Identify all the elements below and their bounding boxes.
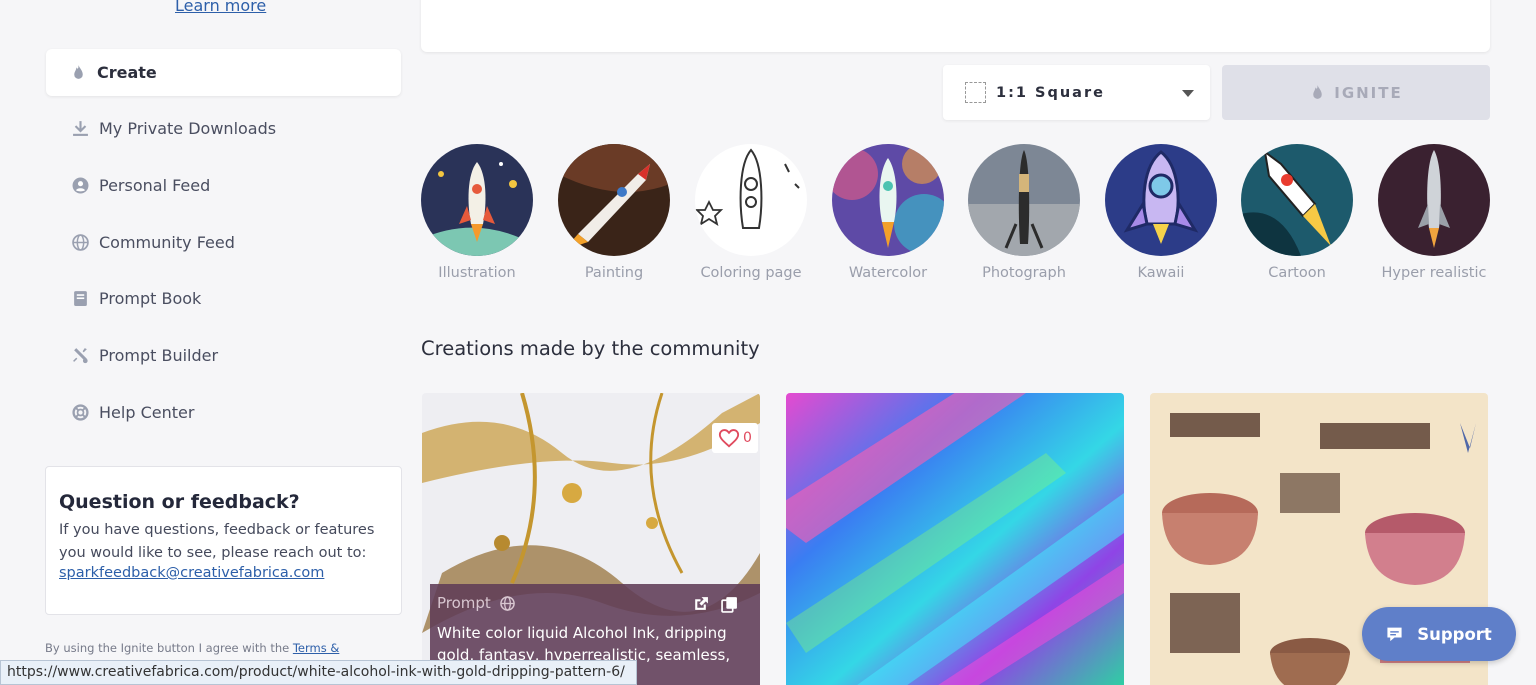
style-option-photograph[interactable]: Photograph [962, 144, 1086, 281]
heart-icon [718, 429, 740, 448]
terms-text: By using the Ignite button I agree with … [45, 641, 293, 655]
sidebar-item-label: Prompt Book [99, 289, 202, 308]
style-option-hyper-realistic[interactable]: Hyper realistic [1372, 144, 1496, 281]
style-option-coloring-page[interactable]: Coloring page [689, 144, 813, 281]
style-label: Coloring page [700, 265, 802, 281]
ignite-button[interactable]: IGNITE [1222, 65, 1490, 120]
app-root: Learn more Create My Private Downloads P… [0, 0, 1536, 685]
feedback-title: Question or feedback? [59, 491, 300, 513]
community-card[interactable] [786, 393, 1124, 685]
style-option-kawaii[interactable]: Kawaii [1099, 144, 1223, 281]
book-icon [72, 290, 89, 307]
sidebar-item-prompt-builder[interactable]: Prompt Builder [72, 346, 218, 365]
chat-icon [1386, 626, 1403, 643]
support-label: Support [1417, 624, 1492, 644]
download-icon [72, 120, 89, 137]
community-card[interactable]: 0 Prompt White color liquid Alcohol Ink,… [422, 393, 760, 685]
sidebar-item-label: Prompt Builder [99, 346, 219, 365]
style-thumbnail [1378, 144, 1490, 256]
style-label: Illustration [438, 265, 516, 281]
sidebar: Learn more Create My Private Downloads P… [0, 0, 420, 685]
style-label: Hyper realistic [1381, 265, 1487, 281]
style-thumbnail [968, 144, 1080, 256]
style-label: Watercolor [848, 265, 928, 281]
copy-icon[interactable] [721, 596, 738, 613]
sidebar-item-label: Community Feed [99, 233, 235, 252]
style-thumbnail [421, 144, 533, 256]
external-link-icon[interactable] [692, 596, 709, 613]
style-picker: Illustration Painting Coloring page Wate… [421, 144, 1491, 284]
like-count: 0 [743, 430, 752, 446]
prompt-label: Prompt [437, 594, 491, 612]
support-button[interactable]: Support [1362, 607, 1516, 661]
style-option-illustration[interactable]: Illustration [415, 144, 539, 281]
link-status-bar: https://www.creativefabrica.com/product/… [0, 660, 637, 685]
sidebar-item-label: My Private Downloads [99, 119, 277, 138]
aspect-ratio-value: 1:1 Square [996, 84, 1105, 101]
sidebar-item-help-center[interactable]: Help Center [72, 403, 194, 422]
globe-icon [499, 595, 516, 612]
user-circle-icon [72, 177, 89, 194]
sidebar-item-community-feed[interactable]: Community Feed [72, 233, 235, 252]
style-thumbnail [695, 144, 807, 256]
style-option-cartoon[interactable]: Cartoon [1235, 144, 1359, 281]
card-image [786, 393, 1124, 685]
style-option-watercolor[interactable]: Watercolor [826, 144, 950, 281]
prompt-input-area[interactable] [421, 0, 1490, 52]
community-section-title: Creations made by the community [421, 337, 760, 360]
feedback-text: If you have questions, feedback or featu… [59, 522, 375, 561]
sidebar-item-personal-feed[interactable]: Personal Feed [72, 176, 210, 195]
sidebar-item-label: Help Center [99, 403, 195, 422]
style-thumbnail [1105, 144, 1217, 256]
style-thumbnail [558, 144, 670, 256]
style-option-painting[interactable]: Painting [552, 144, 676, 281]
feedback-box: Question or feedback? If you have questi… [45, 466, 402, 615]
feedback-email-link[interactable]: sparkfeedback@creativefabrica.com [59, 565, 401, 581]
style-thumbnail [1241, 144, 1353, 256]
lifebuoy-icon [72, 404, 89, 421]
chevron-down-icon [1182, 90, 1194, 97]
terms-note: By using the Ignite button I agree with … [45, 641, 339, 655]
style-thumbnail [832, 144, 944, 256]
style-label: Kawaii [1137, 265, 1185, 281]
style-label: Photograph [982, 265, 1066, 281]
tools-icon [72, 347, 89, 364]
style-label: Painting [584, 265, 644, 281]
sidebar-item-label: Personal Feed [99, 176, 211, 195]
terms-link[interactable]: Terms & [293, 641, 340, 655]
flame-icon [70, 64, 87, 81]
sidebar-item-prompt-book[interactable]: Prompt Book [72, 289, 201, 308]
flame-icon [1309, 84, 1326, 101]
aspect-ratio-select[interactable]: 1:1 Square [943, 65, 1210, 120]
sidebar-item-label: Create [97, 63, 157, 82]
style-label: Cartoon [1268, 265, 1326, 281]
ignite-label: IGNITE [1334, 83, 1403, 102]
globe-icon [72, 234, 89, 251]
sidebar-item-create[interactable]: Create [46, 49, 401, 96]
like-button[interactable]: 0 [712, 423, 758, 453]
square-ratio-icon [965, 82, 986, 103]
learn-more-link[interactable]: Learn more [175, 0, 266, 15]
sidebar-item-downloads[interactable]: My Private Downloads [72, 119, 276, 138]
